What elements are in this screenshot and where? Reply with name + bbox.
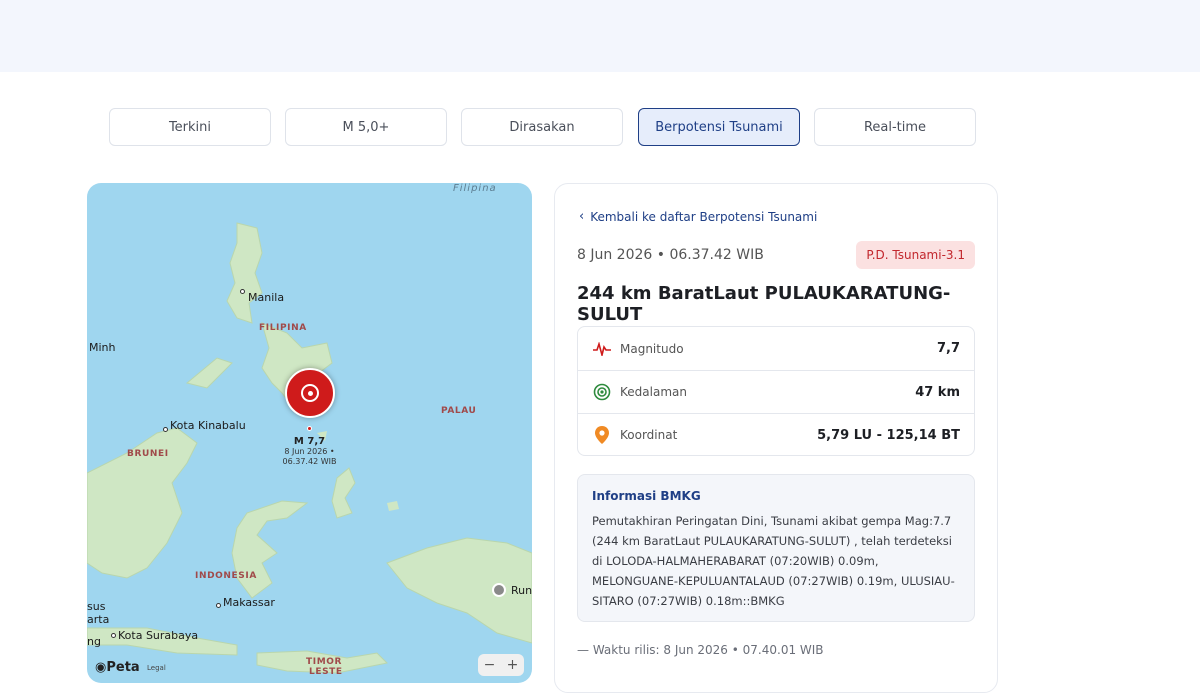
epicenter-label: M 7,7 8 Jun 2026 • 06.37.42 WIB [267, 436, 352, 467]
tsunami-status-badge: P.D. Tsunami-3.1 [856, 241, 975, 269]
map-label-kota-kinabalu: Kota Kinabalu [170, 419, 246, 432]
param-row-coordinates: Koordinat 5,79 LU - 125,14 BT [578, 413, 974, 456]
city-dot-kota-surabaya [111, 633, 116, 638]
map-label-ng: ng [87, 635, 101, 648]
param-label-magnitude: Magnitudo [620, 341, 684, 356]
release-time: — Waktu rilis: 8 Jun 2026 • 07.40.01 WIB [577, 643, 824, 657]
tab-real-time[interactable]: Real-time [814, 108, 976, 146]
parameters-card: Magnitudo 7,7 Kedalaman 47 km Koordinat … [577, 326, 975, 456]
map-label-kota-surabaya: Kota Surabaya [118, 629, 199, 642]
tab-dirasakan[interactable]: Dirasakan [461, 108, 623, 146]
epicenter-pin [307, 426, 312, 431]
event-title: 244 km BaratLaut PULAUKARATUNG-SULUT [577, 283, 951, 325]
earthquake-map[interactable]: Filipina Manila FILIPINA Minh PALAU Kota… [87, 183, 532, 683]
map-label-brunei: BRUNEI [127, 449, 169, 459]
city-dot-manila [240, 289, 245, 294]
back-link-label: Kembali ke daftar Berpotensi Tsunami [590, 209, 818, 224]
param-value-magnitude: 7,7 [936, 341, 960, 356]
param-value-coordinates: 5,79 LU - 125,14 BT [817, 427, 960, 443]
map-label-leste: LESTE [309, 667, 343, 677]
param-value-depth: 47 km [915, 384, 960, 400]
epicenter-magnitude: M 7,7 [293, 436, 326, 447]
param-row-magnitude: Magnitudo 7,7 [578, 327, 974, 370]
map-label-arta: arta [87, 613, 110, 626]
map-label-palau: PALAU [441, 406, 477, 416]
tab-m5[interactable]: M 5,0+ [285, 108, 447, 146]
depth-target-icon [592, 382, 612, 402]
map-label-minh: Minh [89, 341, 116, 354]
detail-panel: ‹ Kembali ke daftar Berpotensi Tsunami 8… [554, 183, 998, 693]
map-legal-link[interactable]: Legal [147, 664, 166, 672]
bmkg-info-body: Pemutakhiran Peringatan Dini, Tsunami ak… [592, 514, 955, 608]
map-label-filipina: FILIPINA [259, 323, 307, 333]
map-land-layer [87, 222, 532, 674]
tab-berpotensi-tsunami[interactable]: Berpotensi Tsunami [638, 108, 800, 146]
map-label-indonesia: INDONESIA [195, 571, 257, 581]
map-attribution[interactable]: ◉Peta [95, 660, 140, 675]
seismograph-icon [592, 339, 612, 359]
map-label-filipina-sea: Filipina [453, 183, 497, 194]
city-dot-makassar [216, 603, 221, 608]
param-label-depth: Kedalaman [620, 385, 687, 399]
location-pin-icon [592, 425, 612, 445]
bmkg-info-heading: Informasi BMKG [592, 489, 701, 503]
zoom-control: − + [478, 654, 524, 676]
zoom-out-button[interactable]: − [484, 657, 496, 673]
map-label-rund: Rund [511, 584, 532, 597]
map-label-manila: Manila [248, 291, 285, 304]
param-row-depth: Kedalaman 47 km [578, 370, 974, 413]
bmkg-info-box: Informasi BMKG Pemutakhiran Peringatan D… [577, 474, 975, 622]
map-label-makassar: Makassar [223, 596, 275, 609]
zoom-in-button[interactable]: + [507, 657, 519, 673]
epicenter-icon [301, 384, 319, 402]
city-dot-kota-kinabalu [163, 427, 168, 432]
map-poi-icon [492, 583, 506, 597]
map-label-sus: sus [87, 600, 106, 613]
epicenter-time-line2: 06.37.42 WIB [282, 457, 337, 466]
event-datetime: 8 Jun 2026 • 06.37.42 WIB [577, 247, 764, 263]
tab-terkini[interactable]: Terkini [109, 108, 271, 146]
param-label-coordinates: Koordinat [620, 428, 678, 442]
epicenter-time-line1: 8 Jun 2026 • [284, 447, 335, 456]
chevron-left-icon: ‹ [579, 209, 585, 224]
back-link[interactable]: ‹ Kembali ke daftar Berpotensi Tsunami [579, 209, 817, 224]
epicenter-marker[interactable] [285, 368, 335, 418]
top-header-bar [0, 0, 1200, 72]
apple-logo-icon: ◉ [95, 660, 107, 675]
map-label-timor: TIMOR [306, 657, 343, 667]
